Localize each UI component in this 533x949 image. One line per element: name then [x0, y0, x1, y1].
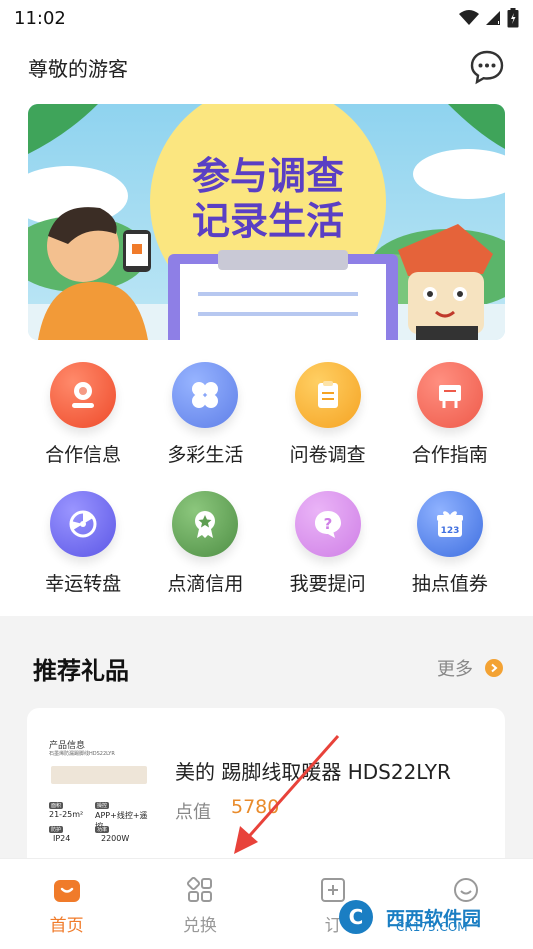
svg-text:123: 123 [440, 526, 459, 536]
home-icon [53, 880, 80, 902]
more-label: 更多 [437, 659, 473, 680]
clipboard-icon [294, 362, 361, 428]
message-icon[interactable] [469, 49, 505, 85]
spec-tag-ip: 防护 [49, 826, 64, 833]
tab-label: 首页 [49, 916, 84, 936]
spec-tag-control: 操控 [95, 802, 110, 809]
gift-123-icon: 123 [416, 491, 483, 557]
grid-item-ask-question[interactable]: ? 我要提问 [267, 491, 389, 596]
grid-label: 我要提问 [289, 573, 366, 595]
status-icons [459, 8, 519, 28]
question-bubble-icon: ? [294, 491, 361, 557]
grid-label: 合作信息 [45, 444, 122, 466]
grid-item-cooperation-info[interactable]: 合作信息 [22, 362, 144, 467]
four-petal-icon [172, 362, 239, 428]
grid-icon [186, 877, 212, 902]
price-label: 点值 [175, 802, 211, 823]
product-thumbnail: 产品信息 石墨烯防漏踢脚线HDS22LYR 面积 21-25m² 操控 APP+… [45, 736, 155, 848]
grid-label: 幸运转盘 [45, 573, 122, 595]
wheel-icon [50, 491, 117, 557]
grid-item-cooperation-guide[interactable]: 合作指南 [389, 362, 511, 467]
banner-title-line1: 参与调查 [192, 154, 344, 198]
spec-ip: IP24 [53, 834, 71, 843]
battery-icon [507, 8, 519, 28]
header: 尊敬的游客 [0, 44, 533, 90]
spec-tag-area: 面积 [49, 802, 64, 809]
watermark-logo-icon: C [339, 900, 373, 934]
grid-label: 点滴信用 [167, 573, 244, 595]
watermark: C 西西软件园 CR173.COM [336, 896, 520, 938]
signal-icon [486, 11, 500, 25]
grid-item-draw-coupon[interactable]: 123 抽点值券 [389, 491, 511, 596]
section-title: 推荐礼品 [33, 656, 129, 685]
spec-area: 21-25m² [49, 810, 84, 819]
grid-item-colorful-life[interactable]: 多彩生活 [144, 362, 266, 467]
grid-label: 多彩生活 [167, 444, 244, 466]
tab-home[interactable]: 首页 [0, 859, 133, 949]
tab-label: 兑换 [182, 916, 217, 936]
heater-image [51, 766, 147, 784]
watermark-url: CR173.COM [396, 920, 468, 934]
grid-item-questionnaire[interactable]: 问卷调查 [267, 362, 389, 467]
thumb-subtitle: 石墨烯防漏踢脚线HDS22LYR [49, 751, 115, 757]
banner-illustration: 参与调查 记录生活 [28, 104, 505, 340]
grid-item-credit[interactable]: 点滴信用 [144, 491, 266, 596]
greeting-text: 尊敬的游客 [28, 56, 128, 81]
status-time: 11:02 [14, 7, 66, 29]
wifi-icon [459, 10, 479, 25]
tab-exchange[interactable]: 兑换 [133, 859, 266, 949]
grid-label: 合作指南 [411, 444, 488, 466]
grid-item-lucky-wheel[interactable]: 幸运转盘 [22, 491, 144, 596]
chevron-right-icon [485, 659, 503, 677]
spec-power: 2200W [101, 834, 130, 843]
status-bar: 11:02 [0, 0, 533, 36]
banner-title-line2: 记录生活 [192, 199, 344, 243]
svg-text:C: C [349, 905, 364, 929]
grid-label: 抽点值券 [411, 573, 488, 595]
person-circle-icon [50, 362, 117, 428]
recommend-section-header: 推荐礼品 更多 [33, 648, 503, 688]
survey-banner[interactable]: 参与调查 记录生活 [28, 104, 505, 340]
annotation-arrow-icon [234, 735, 340, 854]
medal-icon [172, 491, 239, 557]
more-link[interactable]: 更多 [437, 655, 503, 681]
svg-text:?: ? [323, 515, 332, 533]
guide-board-icon [416, 362, 483, 428]
spec-tag-power: 功率 [95, 826, 110, 833]
grid-label: 问卷调查 [289, 444, 366, 466]
feature-grid: 合作信息 多彩生活 问卷调查 合作指南 幸运转盘 点滴信用 ? 我要提问 123… [22, 362, 511, 596]
